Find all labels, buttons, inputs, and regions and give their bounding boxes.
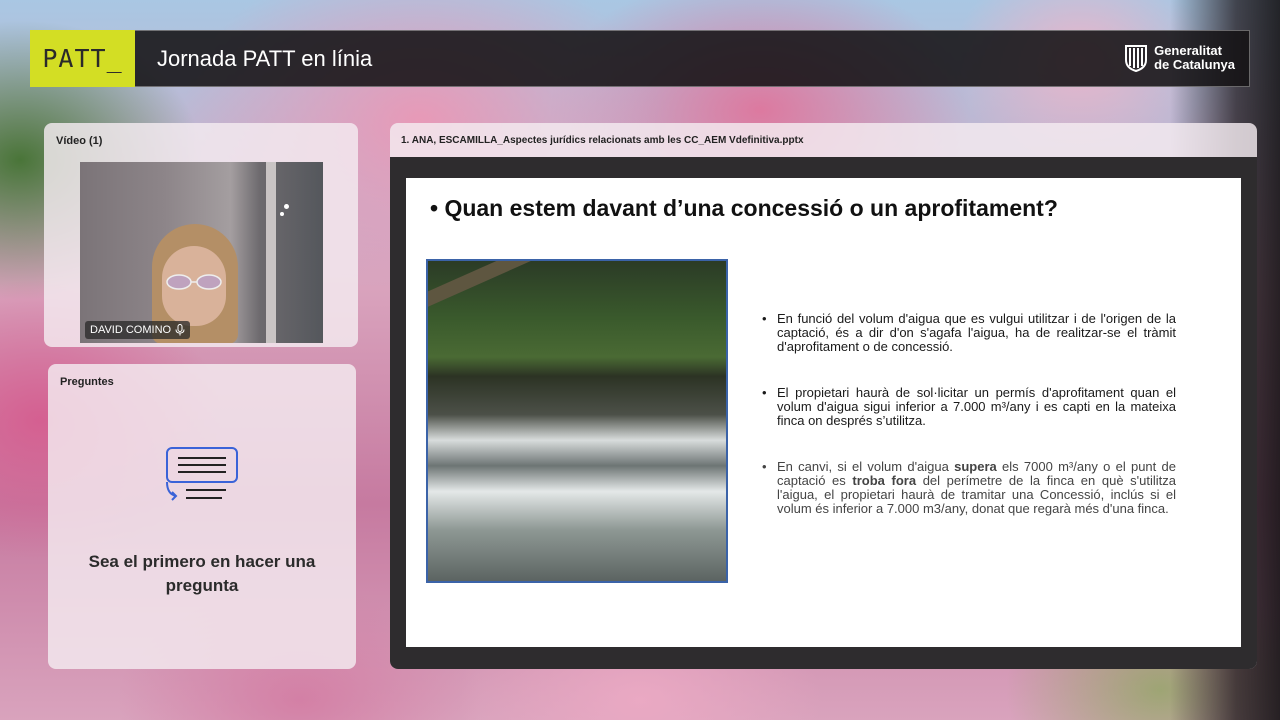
patt-logo: PATT_	[30, 29, 135, 87]
slide-title: • Quan estem davant d’una concessió o un…	[430, 195, 1058, 221]
participant-name: DAVID COMINO	[90, 324, 172, 336]
participant-name-tag: DAVID COMINO	[85, 321, 191, 339]
presentation-file-name: 1. ANA, ESCAMILLA_Aspectes jurídics rela…	[401, 135, 804, 146]
video-panel: Vídeo (1) DAVID COMINO	[44, 123, 358, 347]
bullet-text: En canvi, si el volum d'aigua	[777, 459, 955, 474]
ceiling-light	[284, 204, 289, 209]
questions-list-icon	[166, 447, 238, 501]
slide-bullet: En funció del volum d'aigua que es vulgu…	[762, 312, 1176, 354]
bullet-bold-text: supera	[954, 459, 997, 474]
generalitat-line2: de Catalunya	[1154, 57, 1235, 72]
fallen-branch	[428, 261, 649, 315]
questions-panel-title: Preguntes	[60, 376, 114, 388]
participant-glasses	[166, 274, 222, 290]
bullet-bold-text: troba fora	[852, 473, 917, 488]
slide-river-photo	[426, 259, 728, 583]
slide-bullet-list: En funció del volum d'aigua que es vulgu…	[762, 312, 1176, 548]
generalitat-logo: Generalitat de Catalunya	[1124, 44, 1235, 72]
presentation-viewer: • Quan estem davant d’una concessió o un…	[390, 157, 1257, 669]
generalitat-emblem-icon	[1125, 45, 1148, 72]
questions-empty-message: Sea el primero en hacer una pregunta	[88, 552, 316, 595]
ceiling-light	[280, 212, 284, 216]
slide-bullet: En canvi, si el volum d'aigua supera els…	[762, 460, 1176, 516]
presentation-panel: 1. ANA, ESCAMILLA_Aspectes jurídics rela…	[390, 123, 1257, 669]
header-bar: PATT_ Jornada PATT en línia Generalitat …	[30, 29, 1250, 87]
patt-logo-text: PATT_	[42, 43, 123, 73]
slide: • Quan estem davant d’una concessió o un…	[406, 178, 1241, 647]
video-panel-title: Vídeo (1)	[56, 135, 103, 147]
event-title: Jornada PATT en línia	[157, 45, 373, 71]
video-background-wall	[266, 162, 276, 343]
participant-video[interactable]: DAVID COMINO	[80, 162, 323, 343]
generalitat-line1: Generalitat	[1154, 43, 1222, 58]
microphone-icon	[175, 324, 185, 336]
slide-bullet: El propietari haurà de sol·licitar un pe…	[762, 386, 1176, 428]
questions-panel: Preguntes Sea el primero en hacer una pr…	[48, 364, 356, 669]
